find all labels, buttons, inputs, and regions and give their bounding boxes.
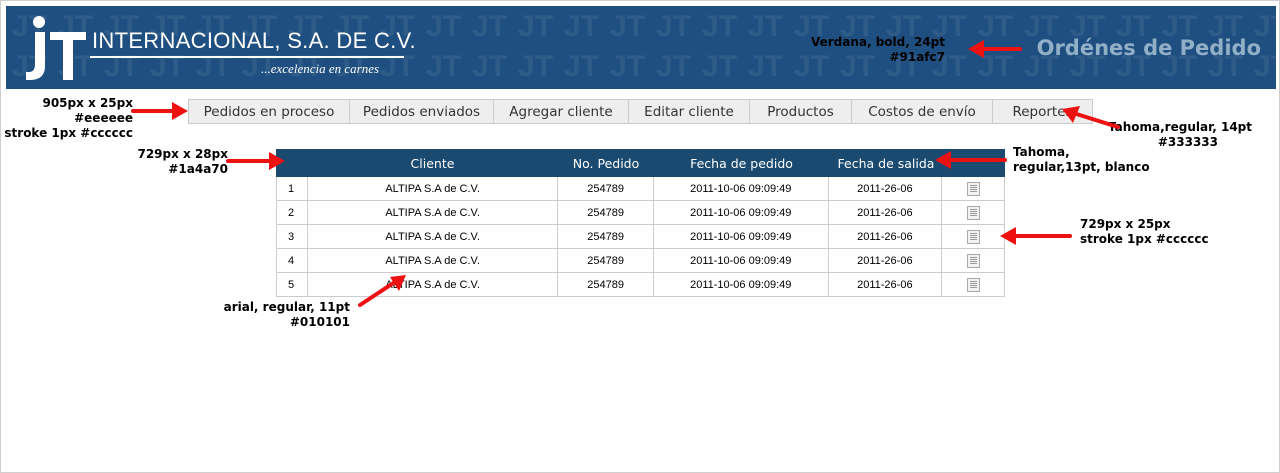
cell-fecha-de-salida: 2011-26-06 xyxy=(829,273,943,296)
table-row[interactable]: 4 ALTIPA S.A de C.V. 254789 2011-10-06 0… xyxy=(276,249,1005,273)
row-number: 1 xyxy=(277,177,308,200)
annotation-row-spec: 729px x 25px stroke 1px #cccccc xyxy=(1080,217,1209,247)
annotation-line: 905px x 25px xyxy=(42,96,133,110)
cell-action xyxy=(942,273,1004,296)
cell-action xyxy=(942,177,1004,200)
column-header-fecha-de-pedido: Fecha de pedido xyxy=(690,155,793,171)
annotation-line: #1a4a70 xyxy=(168,162,228,176)
column-header-action xyxy=(943,149,1005,177)
annotation-cell-font-spec: arial, regular, 11pt #010101 xyxy=(205,300,350,330)
cell-cliente: ALTIPA S.A de C.V. xyxy=(308,201,559,224)
column-header-number xyxy=(276,149,307,177)
cell-cliente: ALTIPA S.A de C.V. xyxy=(308,249,559,272)
cell-fecha-de-pedido: 2011-10-06 09:09:49 xyxy=(654,177,829,200)
cell-cliente: ALTIPA S.A de C.V. xyxy=(308,225,559,248)
main-nav: Pedidos en proceso Pedidos enviados Agre… xyxy=(188,99,1093,124)
column-header-no-pedido: No. Pedido xyxy=(572,155,640,171)
company-logo xyxy=(26,16,86,80)
annotation-line: regular,13pt, blanco xyxy=(1013,160,1150,174)
cell-cliente: ALTIPA S.A de C.V. xyxy=(308,273,559,296)
annotation-header-spec: 729px x 28px #1a4a70 xyxy=(100,147,228,177)
cell-fecha-de-salida: 2011-26-06 xyxy=(829,201,943,224)
logo-underline xyxy=(90,56,404,58)
nav-productos[interactable]: Productos xyxy=(750,100,852,123)
document-icon[interactable] xyxy=(966,205,980,220)
column-header-cliente: Cliente xyxy=(410,155,455,171)
cell-action xyxy=(942,201,1004,224)
table-row[interactable]: 2 ALTIPA S.A de C.V. 254789 2011-10-06 0… xyxy=(276,201,1005,225)
annotation-line: 729px x 28px xyxy=(137,147,228,161)
cell-fecha-de-pedido: 2011-10-06 09:09:49 xyxy=(654,201,829,224)
table-row[interactable]: 3 ALTIPA S.A de C.V. 254789 2011-10-06 0… xyxy=(276,225,1005,249)
table-header: Cliente No. Pedido Fecha de pedido Fecha… xyxy=(276,149,1005,177)
document-icon[interactable] xyxy=(966,253,980,268)
document-icon[interactable] xyxy=(966,181,980,196)
nav-editar-cliente[interactable]: Editar cliente xyxy=(629,100,750,123)
cell-cliente: ALTIPA S.A de C.V. xyxy=(308,177,559,200)
annotation-line: arial, regular, 11pt xyxy=(223,300,350,314)
row-number: 5 xyxy=(277,273,308,296)
annotation-line: 729px x 25px xyxy=(1080,217,1171,231)
annotation-nav-spec: 905px x 25px #eeeeee stroke 1px #cccccc xyxy=(0,96,133,141)
page-header: JT INTERNACIONAL, S.A. DE C.V. ...excele… xyxy=(6,6,1276,89)
cell-no-pedido: 254789 xyxy=(558,177,654,200)
cell-action xyxy=(942,249,1004,272)
cell-fecha-de-pedido: 2011-10-06 09:09:49 xyxy=(654,273,829,296)
cell-no-pedido: 254789 xyxy=(558,225,654,248)
nav-pedidos-enviados[interactable]: Pedidos enviados xyxy=(350,100,494,123)
annotation-title-spec: Verdana, bold, 24pt #91afc7 xyxy=(795,35,945,65)
cell-action xyxy=(942,225,1004,248)
company-tagline: ...excelencia en carnes xyxy=(261,61,380,76)
orders-table: Cliente No. Pedido Fecha de pedido Fecha… xyxy=(276,149,1005,297)
nav-costos-de-envio[interactable]: Costos de envío xyxy=(852,100,993,123)
annotation-line: #91afc7 xyxy=(889,50,945,64)
cell-no-pedido: 254789 xyxy=(558,273,654,296)
annotation-line: stroke 1px #cccccc xyxy=(4,126,133,140)
cell-fecha-de-pedido: 2011-10-06 09:09:49 xyxy=(654,225,829,248)
cell-fecha-de-salida: 2011-26-06 xyxy=(829,249,943,272)
annotation-line: Tahoma,regular, 14pt xyxy=(1108,120,1252,134)
table-row[interactable]: 5 ALTIPA S.A de C.V. 254789 2011-10-06 0… xyxy=(276,273,1005,297)
cell-fecha-de-pedido: 2011-10-06 09:09:49 xyxy=(654,249,829,272)
nav-reportes[interactable]: Reportes xyxy=(993,100,1092,123)
cell-no-pedido: 254789 xyxy=(558,249,654,272)
table-row[interactable]: 1 ALTIPA S.A de C.V. 254789 2011-10-06 0… xyxy=(276,177,1005,201)
annotation-header-font-spec: Tahoma, regular,13pt, blanco xyxy=(1013,145,1150,175)
nav-pedidos-en-proceso[interactable]: Pedidos en proceso xyxy=(189,100,350,123)
annotation-line: Verdana, bold, 24pt xyxy=(810,35,945,49)
row-number: 3 xyxy=(277,225,308,248)
company-name: INTERNACIONAL, S.A. DE C.V. xyxy=(92,28,416,53)
cell-fecha-de-salida: 2011-26-06 xyxy=(829,177,943,200)
cell-fecha-de-salida: 2011-26-06 xyxy=(829,225,943,248)
page-title: Ordénes de Pedido xyxy=(1036,36,1261,60)
column-header-fecha-de-salida: Fecha de salida xyxy=(837,155,935,171)
annotation-line: stroke 1px #cccccc xyxy=(1080,232,1209,246)
row-number: 2 xyxy=(277,201,308,224)
annotation-line: #eeeeee xyxy=(74,111,133,125)
row-number: 4 xyxy=(277,249,308,272)
annotation-line: Tahoma, xyxy=(1013,145,1070,159)
document-icon[interactable] xyxy=(966,229,980,244)
nav-agregar-cliente[interactable]: Agregar cliente xyxy=(494,100,629,123)
cell-no-pedido: 254789 xyxy=(558,201,654,224)
annotation-line: #010101 xyxy=(289,315,350,329)
document-icon[interactable] xyxy=(966,277,980,292)
